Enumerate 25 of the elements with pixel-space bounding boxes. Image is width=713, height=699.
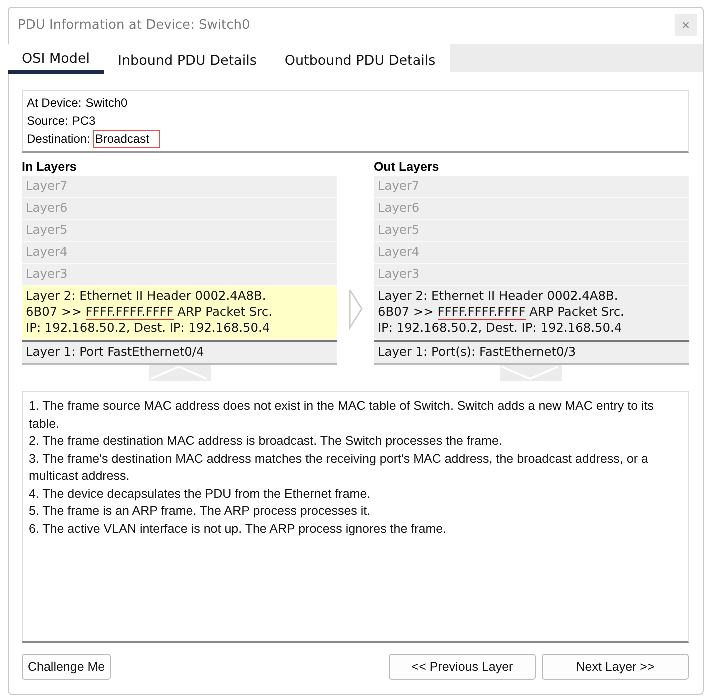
info-value: Broadcast	[93, 130, 160, 148]
previous-layer-button[interactable]: << Previous Layer	[389, 654, 536, 680]
info-value: PC3	[71, 113, 97, 130]
tab[interactable]: OSI Model	[8, 44, 104, 74]
description-step: 2. The frame destination MAC address is broadcast. The Switch processes the frame.	[29, 433, 682, 450]
window-title: PDU Information at Device: Switch0	[18, 18, 250, 32]
layer-row[interactable]: Layer 1: Port FastEthernet0/4	[22, 340, 338, 365]
description-step: 6. The active VLAN interface is not up. The ARP process ignores the frame.	[29, 520, 682, 538]
right-arrow-icon	[348, 288, 364, 330]
description-step: 5. The frame is an ARP frame. The ARP process processes it.	[29, 503, 682, 520]
layer-row[interactable]: Layer 2: Ethernet II Header 0002.4A8B. 6B07 >> FFFF.FFFF.FFFF ARP Packet Src. IP: 192.168.50.2, Dest. IP: 192.168.50.4	[22, 286, 338, 340]
column-heading: In Layers	[22, 160, 78, 174]
info-label: Destination:	[27, 131, 90, 148]
close-button[interactable]: ×	[675, 14, 697, 36]
info-label: At Device:	[27, 95, 82, 112]
info-value: Switch0	[84, 95, 129, 112]
challenge-button[interactable]: Challenge Me	[22, 654, 112, 680]
column-heading: Out Layers	[374, 160, 440, 174]
info-label: Source:	[27, 113, 68, 130]
layer-row[interactable]: Layer 2: Ethernet II Header 0002.4A8B. 6B07 >> FFFF.FFFF.FFFF ARP Packet Src. IP: 192.168.50.2, Dest. IP: 192.168.50.4	[374, 286, 690, 340]
description-step: 1. The frame source MAC address does not exist in the MAC table of Switch. Switch adds a new MAC entry to its table.	[29, 398, 682, 433]
description-step: 3. The frame's destination MAC address matches the receiving port's MAC address, the broadcast address, or a multicast address.	[29, 450, 682, 486]
layer-row[interactable]: Layer 1: Port(s): FastEthernet0/3	[374, 340, 690, 365]
next-layer-button[interactable]: Next Layer >>	[542, 654, 689, 680]
description-step: 4. The device decapsulates the PDU from the Ethernet frame.	[29, 486, 682, 503]
